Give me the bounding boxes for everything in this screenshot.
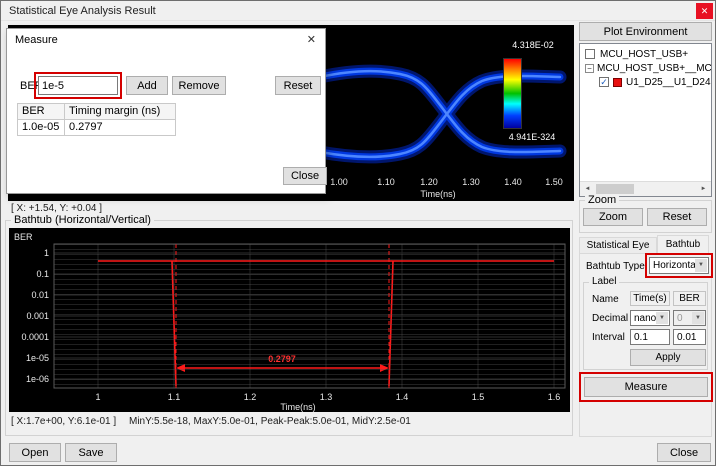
- bathtub-xtick: 1.4: [396, 392, 409, 402]
- eye-xaxis-label: Time(ns): [420, 189, 455, 199]
- trace-color-swatch: [613, 78, 622, 87]
- plot-environment-button[interactable]: Plot Environment: [579, 22, 712, 41]
- eye-xtick: 1.30: [462, 177, 480, 187]
- name-ber-header: BER: [673, 291, 706, 306]
- chevron-down-icon: ▼: [692, 312, 704, 324]
- checkbox-checked[interactable]: ✓: [599, 77, 609, 87]
- tab-bathtub[interactable]: Bathtub: [657, 235, 709, 254]
- checkbox-unchecked[interactable]: [585, 49, 595, 59]
- bathtub-cursor-status: [ X:1.7e+00, Y:6.1e-01 ]: [11, 416, 116, 427]
- bathtub-ytick: 1e-05: [26, 353, 49, 363]
- tree-item-u1-d25-u1-d24[interactable]: ✓ U1_D25__U1_D24: [580, 76, 711, 89]
- decimal-ber-select: 0 ▼: [673, 310, 706, 326]
- check-icon: ✓: [600, 77, 608, 87]
- table-header-timing-margin: Timing margin (ns): [64, 103, 176, 120]
- collapse-expander-icon[interactable]: −: [585, 64, 594, 73]
- eye-xtick: 1.40: [504, 177, 522, 187]
- bathtub-plot[interactable]: 0.2797 BER 1 0.1 0.01 0.001 0.0001 1e-05…: [9, 228, 570, 412]
- bathtub-minor-gridlines: [54, 244, 565, 388]
- tree-item-mcu-host-usb[interactable]: MCU_HOST_USB+: [580, 48, 711, 61]
- tree-item-mcu-host-usb-pair[interactable]: − MCU_HOST_USB+__MCU_HO: [580, 62, 711, 75]
- bathtub-xtick: 1.3: [320, 392, 333, 402]
- bathtub-type-select[interactable]: Horizontal ▼: [649, 257, 709, 274]
- close-icon: ✕: [701, 6, 709, 16]
- add-button[interactable]: Add: [126, 76, 168, 95]
- bathtub-xtick: 1.6: [548, 392, 561, 402]
- signal-tree: MCU_HOST_USB+ − MCU_HOST_USB+__MCU_HO ✓ …: [579, 43, 712, 197]
- zoom-group-title: Zoom: [585, 194, 619, 206]
- colorbar-max-label: 4.318E-02: [494, 40, 572, 50]
- window-title: Statistical Eye Analysis Result: [9, 5, 156, 17]
- colorbar-min-label: 4.941E-324: [490, 132, 574, 142]
- bathtub-xtick: 1.5: [472, 392, 485, 402]
- bathtub-ytick: 0.0001: [21, 332, 49, 342]
- save-button[interactable]: Save: [65, 443, 117, 462]
- bathtub-ytick: 0.001: [26, 311, 49, 321]
- eye-xtick: 1.50: [545, 177, 563, 187]
- close-icon: ✕: [307, 34, 316, 46]
- decimal-time-select[interactable]: nano ▼: [630, 310, 670, 326]
- chevron-down-icon: ▼: [656, 312, 668, 324]
- scrollbar-thumb[interactable]: [596, 184, 634, 194]
- eye-xtick: 1.00: [330, 177, 348, 187]
- interval-time-input[interactable]: [630, 329, 670, 345]
- window-titlebar: Statistical Eye Analysis Result ✕: [1, 1, 715, 21]
- bathtub-ytick: 1e-06: [26, 374, 49, 384]
- window-footer-close-button[interactable]: Close: [657, 443, 711, 462]
- bathtub-type-label: Bathtub Type: [586, 261, 645, 272]
- decimal-label: Decimal: [592, 313, 628, 324]
- bathtub-group-title: Bathtub (Horizontal/Vertical): [11, 214, 154, 226]
- chevron-down-icon: ▼: [695, 259, 707, 272]
- bathtub-xtick: 1.1: [168, 392, 181, 402]
- bathtub-ytick: 0.1: [36, 269, 49, 279]
- bathtub-ytick: 0.01: [31, 290, 49, 300]
- tab-statistical-eye[interactable]: Statistical Eye: [579, 237, 657, 254]
- eye-xtick: 1.20: [420, 177, 438, 187]
- measure-dialog: Measure ✕ BER Add Remove Reset BER Timin…: [6, 28, 326, 194]
- label-group-title: Label: [589, 276, 619, 287]
- table-cell-ber[interactable]: 1.0e-05: [17, 119, 65, 136]
- eye-colorbar: [503, 58, 522, 129]
- bathtub-ytick: 1: [44, 248, 49, 258]
- eye-xtick: 1.10: [377, 177, 395, 187]
- zoom-button[interactable]: Zoom: [583, 208, 643, 226]
- name-time-header: Time(s): [630, 291, 670, 306]
- apply-button[interactable]: Apply: [630, 349, 706, 366]
- measure-button[interactable]: Measure: [584, 377, 708, 397]
- eye-cursor-status: [ X: +1.54, Y: +0.04 ]: [11, 203, 102, 214]
- label-group: Name Time(s) BER Decimal nano ▼ 0 ▼ Inte…: [583, 282, 708, 370]
- bathtub-stats: MinY:5.5e-18, MaxY:5.0e-01, Peak-Peak:5.…: [129, 416, 411, 427]
- measure-dialog-title: Measure: [15, 34, 58, 46]
- dialog-close-button[interactable]: Close: [283, 167, 327, 185]
- bathtub-xaxis-label: Time(ns): [280, 402, 315, 412]
- bathtub-xtick: 1: [95, 392, 100, 402]
- remove-button[interactable]: Remove: [172, 76, 226, 95]
- interval-ber-input[interactable]: [673, 329, 706, 345]
- measure-dialog-close-button[interactable]: ✕: [307, 33, 316, 46]
- table-header-ber: BER: [17, 103, 65, 120]
- ber-input[interactable]: [38, 76, 118, 95]
- name-label: Name: [592, 294, 619, 305]
- interval-label: Interval: [592, 332, 625, 343]
- table-cell-timing-margin[interactable]: 0.2797: [64, 119, 176, 136]
- open-button[interactable]: Open: [9, 443, 61, 462]
- reset-button[interactable]: Reset: [275, 76, 321, 95]
- zoom-reset-button[interactable]: Reset: [647, 208, 707, 226]
- statistical-eye-analysis-window: Statistical Eye Analysis Result ✕ 1.00 1…: [0, 0, 716, 466]
- bathtub-yaxis-label: BER: [14, 232, 33, 242]
- scroll-right-icon[interactable]: ►: [696, 182, 711, 196]
- bathtub-xtick: 1.2: [244, 392, 257, 402]
- window-close-button[interactable]: ✕: [696, 3, 713, 19]
